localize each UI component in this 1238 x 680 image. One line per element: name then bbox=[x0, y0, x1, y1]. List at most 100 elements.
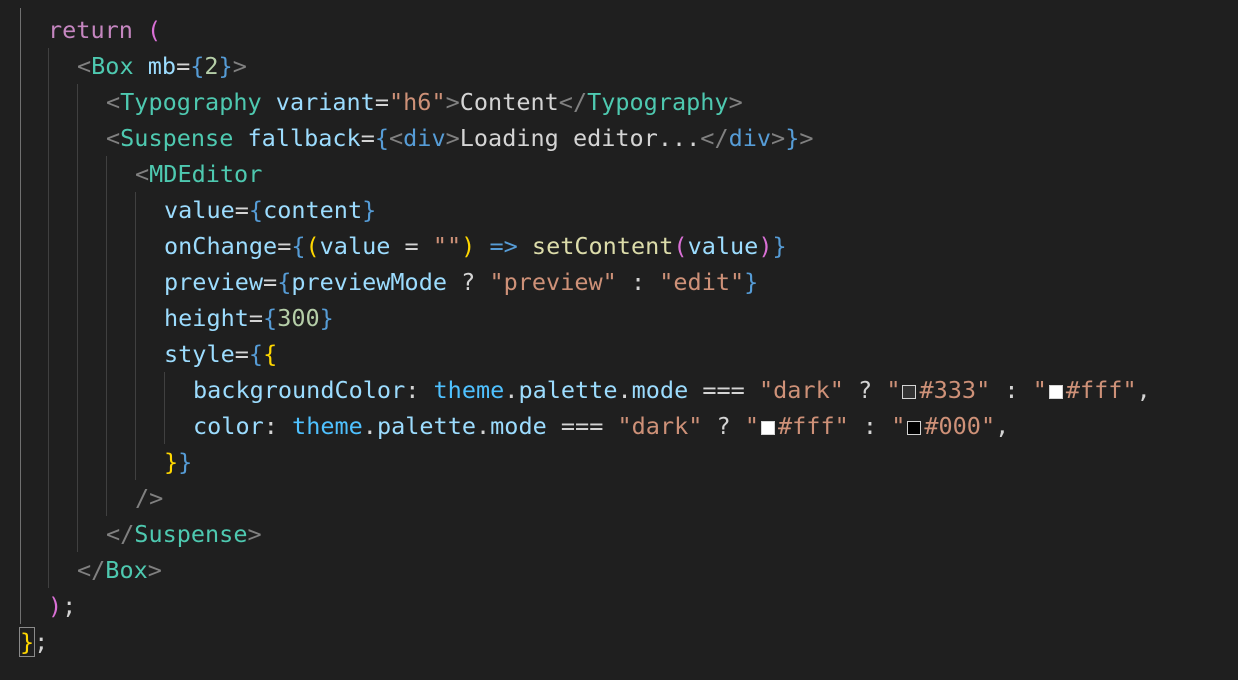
prop-mode: mode bbox=[490, 412, 547, 440]
semicolon: ; bbox=[62, 592, 77, 620]
paren-close: ) bbox=[758, 232, 773, 260]
equals: = bbox=[234, 196, 249, 224]
code-line-10[interactable]: style={{ bbox=[164, 336, 277, 372]
comma: , bbox=[1136, 376, 1151, 404]
attr-fallback: fallback bbox=[247, 124, 361, 152]
component-tag-typography: Typography bbox=[120, 88, 262, 116]
indent-guide bbox=[135, 192, 136, 480]
param-value: value bbox=[319, 232, 391, 260]
dot: . bbox=[504, 376, 519, 404]
object-brace-close: } bbox=[164, 448, 179, 476]
arrow-operator: => bbox=[489, 232, 518, 260]
brace-open: { bbox=[190, 52, 205, 80]
brace-close: } bbox=[785, 124, 800, 152]
brace-close: } bbox=[744, 268, 759, 296]
brace-open: { bbox=[248, 340, 264, 368]
equals: = bbox=[277, 232, 292, 260]
tag-close-bracket: > bbox=[728, 88, 743, 116]
attr-style: style bbox=[164, 340, 235, 368]
var-theme: theme bbox=[433, 376, 505, 404]
tag-open-bracket: < bbox=[389, 124, 404, 152]
attr-height: height bbox=[164, 304, 249, 332]
brace-open: { bbox=[277, 268, 292, 296]
code-line-4[interactable]: <Suspense fallback={<div>Loading editor.… bbox=[106, 120, 814, 156]
string-dark: "dark" bbox=[758, 376, 844, 404]
jsx-text-loading: Loading editor... bbox=[459, 124, 701, 152]
indent-guide bbox=[106, 156, 107, 516]
html-tag-div-close: div bbox=[728, 124, 772, 152]
code-line-5[interactable]: <MDEditor bbox=[135, 156, 262, 192]
brace-open: { bbox=[248, 196, 264, 224]
component-tag-suspense: Suspense bbox=[120, 124, 234, 152]
colon: : bbox=[263, 412, 293, 440]
assign: = bbox=[390, 232, 433, 260]
var-theme: theme bbox=[292, 412, 363, 440]
quote: " bbox=[980, 412, 996, 440]
brace-close: } bbox=[218, 52, 233, 80]
code-line-15[interactable]: </Suspense> bbox=[106, 516, 262, 552]
var-content: content bbox=[263, 196, 363, 224]
attr-onchange: onChange bbox=[164, 232, 278, 260]
brace-open: { bbox=[263, 304, 278, 332]
self-closing-tag: /> bbox=[135, 484, 164, 512]
paren-close: ) bbox=[48, 592, 63, 620]
paren-open: ( bbox=[673, 232, 688, 260]
color-swatch-000[interactable] bbox=[907, 421, 922, 435]
equals: = bbox=[374, 88, 389, 116]
code-line-9[interactable]: height={300} bbox=[164, 300, 334, 336]
string-dark: "dark" bbox=[617, 412, 703, 440]
ternary-colon: : bbox=[848, 412, 892, 440]
code-line-3[interactable]: <Typography variant="h6">Content</Typogr… bbox=[106, 84, 743, 120]
closing-tag-open: </ bbox=[558, 88, 588, 116]
equals: = bbox=[360, 124, 375, 152]
color-swatch-fff[interactable] bbox=[761, 421, 775, 435]
strict-equals: === bbox=[546, 412, 618, 440]
brace-open: { bbox=[374, 124, 389, 152]
tag-open-bracket: < bbox=[106, 124, 121, 152]
html-tag-div: div bbox=[403, 124, 446, 152]
color-swatch-fff[interactable] bbox=[1048, 385, 1063, 399]
component-tag-mdeditor: MDEditor bbox=[149, 160, 263, 188]
quote: " bbox=[976, 376, 991, 404]
code-line-16[interactable]: </Box> bbox=[77, 552, 162, 588]
var-previewmode: previewMode bbox=[291, 268, 447, 296]
quote: " bbox=[1032, 376, 1047, 404]
attr-preview: preview bbox=[164, 268, 264, 296]
code-line-7[interactable]: onChange={(value = "") => setContent(val… bbox=[164, 228, 787, 264]
ternary-question: ? bbox=[447, 268, 490, 296]
keyword-return: return bbox=[48, 16, 133, 44]
component-tag-box: Box bbox=[91, 52, 134, 80]
tag-close-bracket: > bbox=[247, 520, 262, 548]
code-line-13[interactable]: }} bbox=[164, 444, 192, 480]
color-swatch-333[interactable] bbox=[902, 385, 917, 399]
code-line-6[interactable]: value={content} bbox=[164, 192, 376, 228]
number-300: 300 bbox=[277, 304, 320, 332]
string-empty: "" bbox=[432, 232, 462, 260]
indent-guide bbox=[20, 8, 21, 624]
code-line-11[interactable]: backgroundColor: theme.palette.mode === … bbox=[193, 372, 1151, 408]
code-line-14[interactable]: /> bbox=[135, 480, 163, 516]
string-preview: "preview" bbox=[489, 268, 617, 296]
quote: " bbox=[886, 376, 901, 404]
component-tag-suspense-close: Suspense bbox=[134, 520, 248, 548]
code-editor[interactable]: return ( <Box mb={2}> <Typography varian… bbox=[0, 0, 1238, 680]
ternary-colon: : bbox=[990, 376, 1033, 404]
quote: " bbox=[891, 412, 906, 440]
equals: = bbox=[176, 52, 191, 80]
code-line-2[interactable]: <Box mb={2}> bbox=[77, 48, 247, 84]
jsx-text-content: Content bbox=[459, 88, 559, 116]
string-color-333: #333 bbox=[919, 376, 977, 404]
code-line-12[interactable]: color: theme.palette.mode === "dark" ? "… bbox=[193, 408, 1009, 444]
tag-close-bracket: > bbox=[799, 124, 814, 152]
ternary-question: ? bbox=[843, 376, 887, 404]
tag-close-bracket: > bbox=[445, 88, 460, 116]
ternary-question: ? bbox=[702, 412, 745, 440]
code-line-1[interactable]: return ( bbox=[48, 12, 161, 48]
tag-open-bracket: < bbox=[106, 88, 121, 116]
indent-guide bbox=[164, 372, 165, 444]
code-line-17[interactable]: ); bbox=[48, 588, 76, 624]
code-line-8[interactable]: preview={previewMode ? "preview" : "edit… bbox=[164, 264, 758, 300]
code-line-18[interactable]: }; bbox=[18, 624, 48, 660]
brace-close: } bbox=[319, 304, 334, 332]
paren-close: ) bbox=[461, 232, 476, 260]
